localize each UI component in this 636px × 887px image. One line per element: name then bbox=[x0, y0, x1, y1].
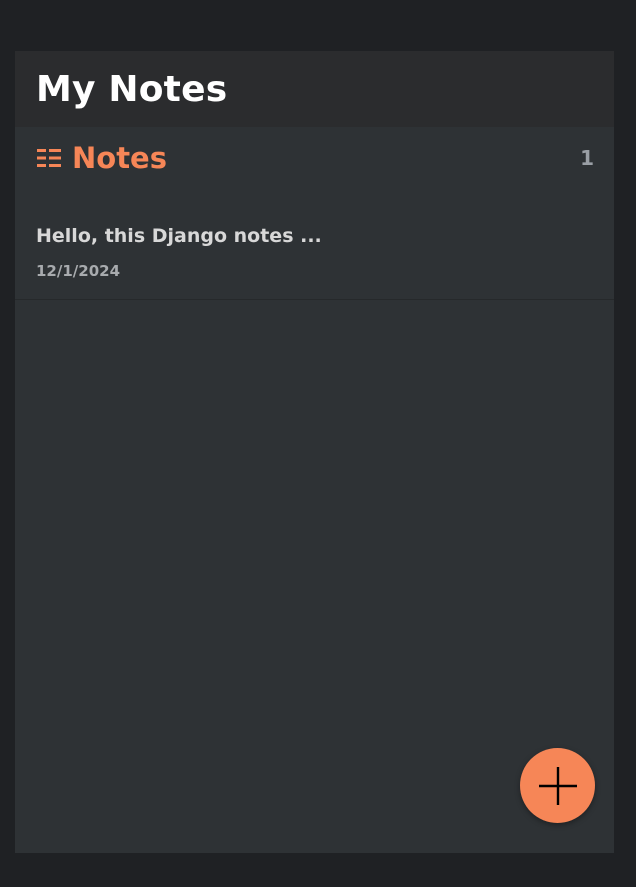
notes-section-title: Notes bbox=[72, 141, 167, 175]
note-date: 12/1/2024 bbox=[36, 262, 121, 280]
list-item[interactable]: Hello, this Django notes ... 12/1/2024 bbox=[15, 189, 614, 300]
notes-list: Hello, this Django notes ... 12/1/2024 bbox=[15, 189, 614, 300]
plus-icon bbox=[538, 766, 578, 806]
notes-app: My Notes Notes 1 Hello, this Django note… bbox=[15, 51, 614, 853]
page-title: My Notes bbox=[36, 68, 228, 110]
notes-heading: Notes bbox=[36, 141, 167, 175]
app-header: My Notes bbox=[15, 51, 614, 127]
add-note-button[interactable] bbox=[520, 748, 595, 823]
notes-list-header: Notes 1 bbox=[15, 127, 614, 189]
notes-count: 1 bbox=[580, 146, 594, 170]
list-icon bbox=[36, 145, 62, 171]
note-title: Hello, this Django notes ... bbox=[36, 225, 322, 247]
